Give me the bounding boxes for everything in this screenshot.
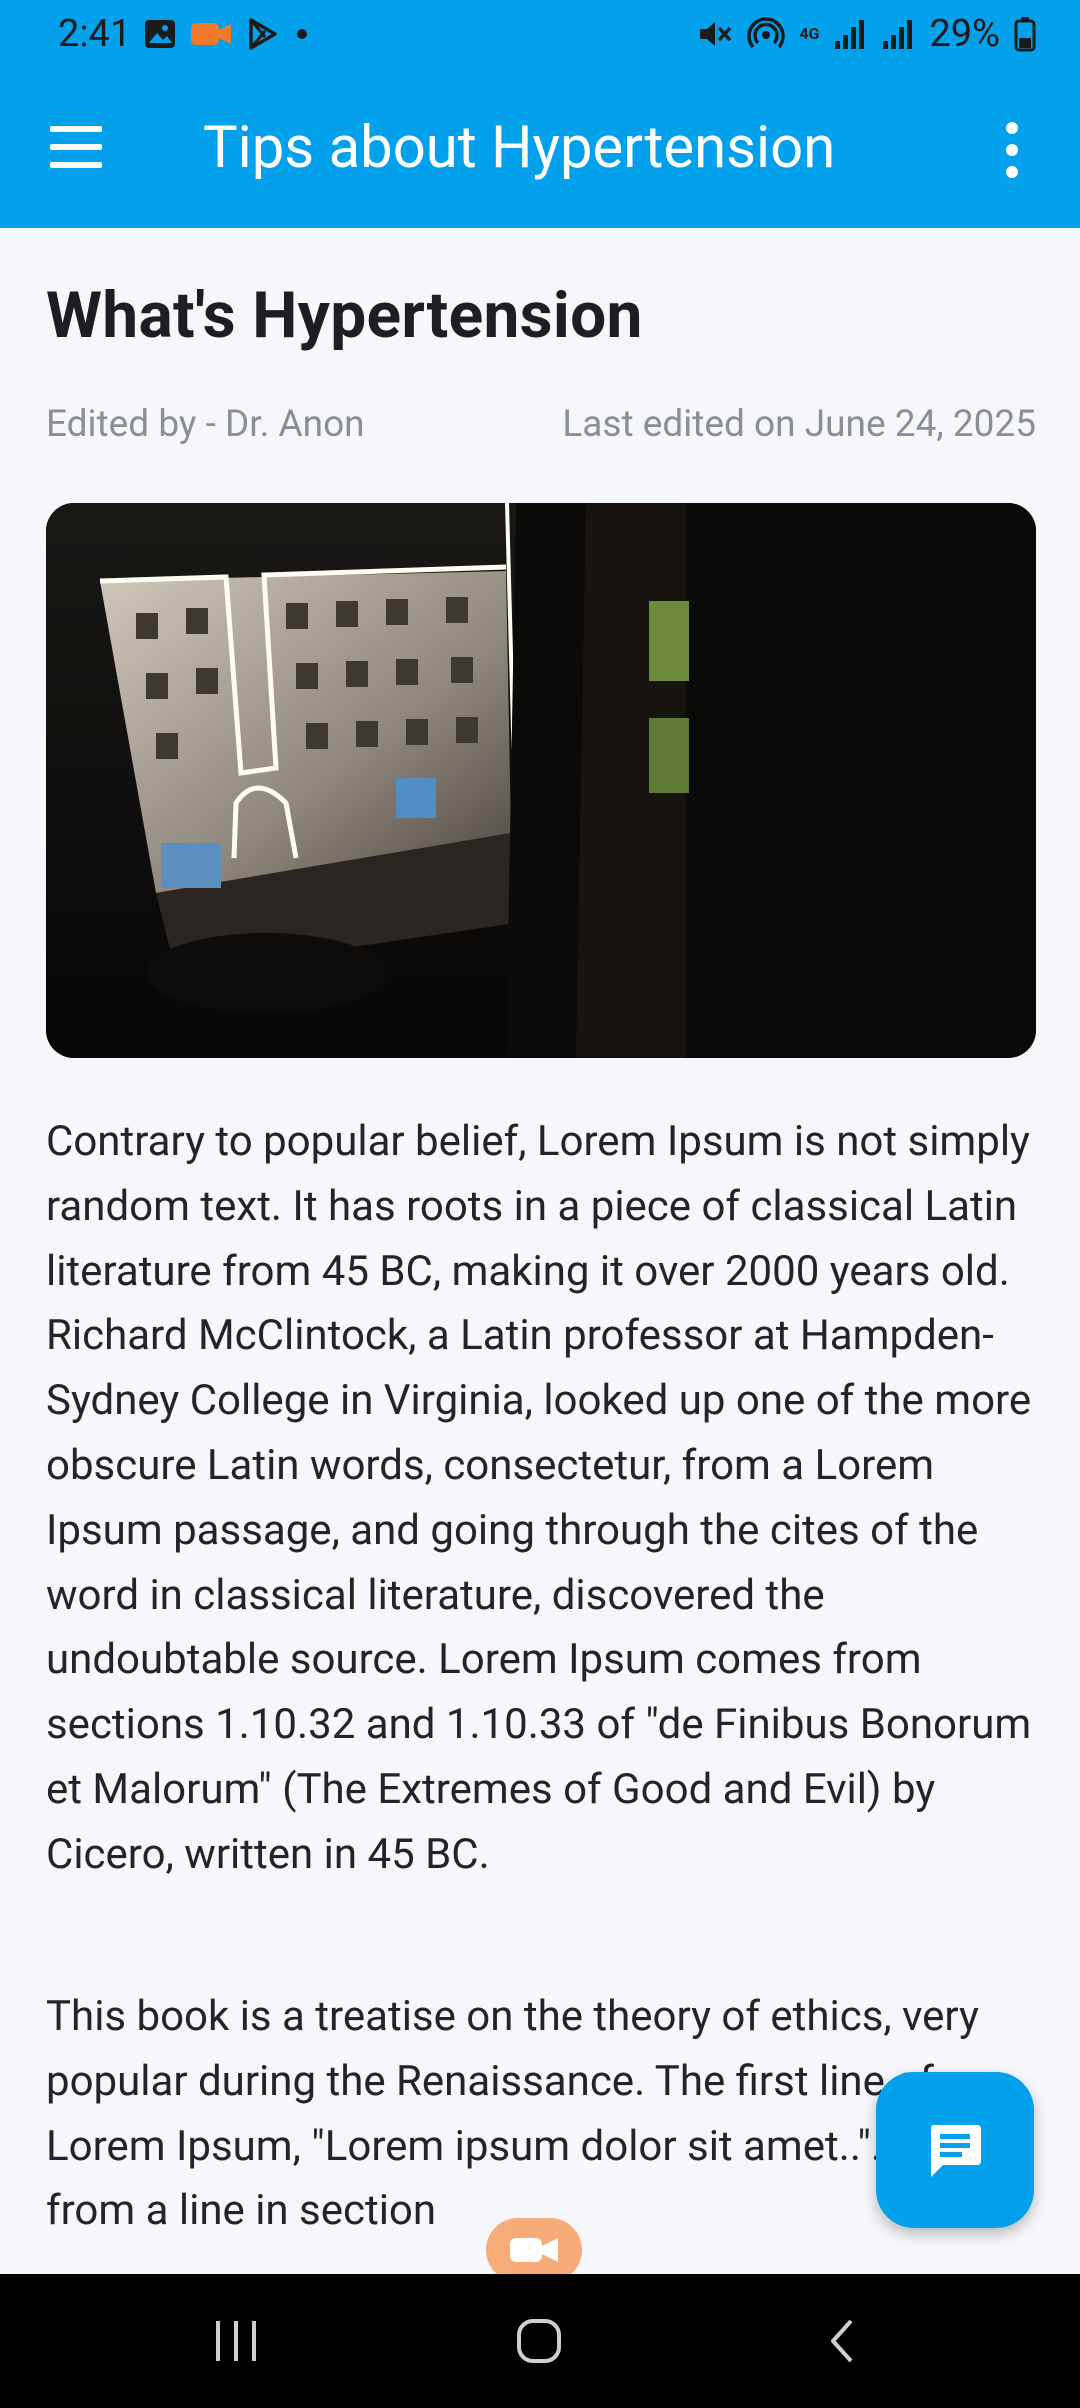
status-bar: 2:41 4G 29% (0, 0, 1080, 68)
back-icon (831, 2319, 853, 2363)
network-type: 4G (799, 24, 820, 43)
battery-percent: 29% (929, 12, 1000, 56)
hotspot-icon (747, 17, 786, 49)
last-edited-label: Last edited on June 24, 2025 (562, 403, 1036, 446)
gallery-icon (145, 20, 176, 48)
screen-record-bubble[interactable] (486, 2218, 582, 2282)
video-camera-icon (510, 2238, 558, 2262)
more-vertical-icon[interactable] (1000, 122, 1024, 182)
play-store-icon (249, 18, 278, 50)
chat-icon (931, 2125, 981, 2177)
status-bar-left: 2:41 (58, 12, 313, 56)
recent-apps-button[interactable] (166, 2274, 306, 2408)
article-image (46, 503, 1036, 1058)
status-bar-right: 4G 29% (697, 12, 1036, 56)
article-meta: Edited by - Dr. Anon Last edited on June… (46, 403, 1036, 446)
chat-fab-button[interactable] (876, 2072, 1034, 2228)
status-time: 2:41 (58, 12, 132, 56)
article-title: What's Hypertension (46, 278, 643, 353)
mute-icon (700, 22, 732, 46)
night-building-photo (46, 503, 1036, 1058)
dot-icon (297, 29, 308, 39)
screen-record-icon (191, 23, 232, 45)
battery-icon (1014, 17, 1036, 52)
recent-apps-icon (216, 2321, 256, 2361)
system-nav-bar (0, 2274, 1080, 2408)
back-button[interactable] (772, 2274, 912, 2408)
editor-label: Edited by - Dr. Anon (46, 403, 365, 446)
app-bar: Tips about Hypertension (0, 68, 1080, 228)
home-button[interactable] (469, 2274, 609, 2408)
signal-icon (883, 20, 913, 49)
signal-icon (835, 20, 865, 49)
app-bar-title: Tips about Hypertension (203, 114, 836, 182)
article-paragraph-1: Contrary to popular belief, Lorem Ipsum … (46, 1117, 1032, 1879)
hamburger-menu-icon[interactable] (50, 126, 106, 170)
home-icon (517, 2319, 561, 2363)
